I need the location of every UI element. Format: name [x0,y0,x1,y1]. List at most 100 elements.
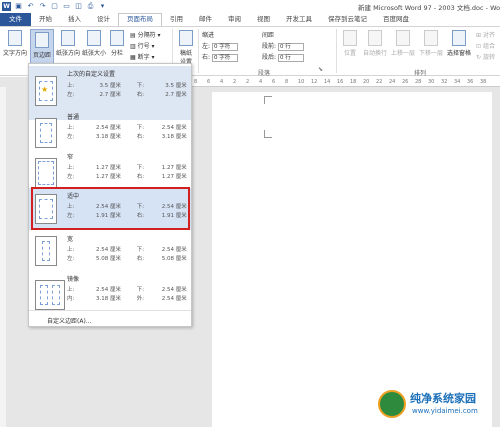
site-watermark: 纯净系统家园 www.yidaimei.com [378,388,498,424]
tab-view[interactable]: 视图 [249,13,278,26]
indent-right-label: 右: [202,54,211,61]
selection-pane-button[interactable]: 选择窗格 [446,30,472,57]
ruler-tick-label: 10 [298,79,305,85]
wrap-text-button[interactable]: 自动换行 [362,30,388,57]
margin-row-top-bottom: 上: 2.54 厘米 下: 2.54 厘米 [67,287,187,293]
wrap-text-icon [368,30,382,46]
send-backward-icon [424,30,438,46]
ruler-tick-label: 16 [337,79,344,85]
horizontal-ruler[interactable]: 8 6 4 2 2 4 6 8 10 12 14 16 18 20 22 24 26 28 30 32 34 36 38 [188,77,500,87]
draft-paper-icon [179,30,193,46]
ribbon-separator [198,29,199,73]
custom-margins-item[interactable]: 自定义边距(A)... [47,316,92,325]
indent-left-row: 左: 0 字符 [202,41,238,51]
size-button[interactable]: 纸张大小 [82,30,106,57]
margins-button[interactable]: 页边距 [30,29,54,65]
indent-left-label: 左: [202,43,211,50]
line-numbers-button[interactable]: ▥ 行号 ▾ [130,41,155,50]
draft-paper-button[interactable]: 稿纸 设置 [176,30,196,66]
ruler-tick-label: 38 [480,79,487,85]
indent-heading: 缩进 [202,32,215,39]
tab-page-layout[interactable]: 页面布局 [118,13,162,26]
tab-home[interactable]: 开始 [31,13,60,26]
margin-preview-icon [35,118,57,148]
text-direction-button[interactable]: 文字方向 [2,30,28,57]
align-button[interactable]: ⊞ 对齐 [476,30,495,39]
ruler-tick-label: 8 [194,79,198,85]
space-after-input[interactable]: 0 行 [277,53,304,62]
spacing-heading: 间距 [262,32,275,39]
margin-preview-icon [35,280,65,310]
customize-icon[interactable]: ▾ [98,2,107,11]
space-after-row: 段后: 0 行 [262,52,304,62]
margins-icon [35,32,49,48]
save-icon[interactable]: ▣ [14,2,23,11]
selection-pane-icon [452,30,466,46]
margin-corner-mark [264,130,272,138]
indent-right-input[interactable]: 0 字符 [211,53,238,62]
text-direction-icon [8,30,22,46]
watermark-logo-icon [378,390,406,418]
position-button[interactable]: 位置 [340,30,360,57]
ruler-tick-label: 4 [220,79,224,85]
vertical-ruler[interactable] [0,87,6,427]
paragraph-group-label: 段落 [258,70,271,77]
tab-mailings[interactable]: 邮件 [191,13,220,26]
columns-icon [110,30,124,46]
tab-insert[interactable]: 插入 [60,13,89,26]
ruler-tick-label: 34 [454,79,461,85]
hyphenation-button[interactable]: ▦ 断字 ▾ [130,52,155,61]
ruler-tick-label: 32 [441,79,448,85]
preview-icon[interactable]: ◫ [74,2,83,11]
orientation-button[interactable]: 纸张方向 [56,30,80,57]
print-icon[interactable]: ⎙ [86,2,95,11]
new-icon[interactable]: ▢ [50,2,59,11]
orientation-icon [61,30,75,46]
indent-right-row: 右: 0 字符 [202,52,238,62]
space-before-row: 段前: 0 行 [262,41,304,51]
ruler-tick-label: 20 [363,79,370,85]
undo-icon[interactable]: ↶ [26,2,35,11]
ruler-tick-label: 36 [467,79,474,85]
tab-developer[interactable]: 开发工具 [278,13,320,26]
group-button[interactable]: ⊡ 组合 [476,41,495,50]
redo-icon[interactable]: ↷ [38,2,47,11]
space-before-input[interactable]: 0 行 [277,42,304,51]
ruler-tick-label: 30 [428,79,435,85]
arrange-group-label: 排列 [414,70,427,77]
document-page[interactable] [212,92,492,427]
star-icon: ★ [41,85,49,94]
tab-design[interactable]: 设计 [89,13,118,26]
margin-preview-icon: ★ [35,76,57,106]
paragraph-dialog-launcher-icon[interactable]: ⬊ [318,66,323,73]
tab-file[interactable]: 文件 [0,13,31,26]
open-icon[interactable]: ▭ [62,2,71,11]
ruler-tick-label: 26 [402,79,409,85]
space-before-label: 段前: [262,43,277,50]
ruler-tick-label: 6 [207,79,211,85]
quick-access-toolbar: W ▣ ↶ ↷ ▢ ▭ ◫ ⎙ ▾ [2,1,107,12]
tab-baidu-netdisk[interactable]: 百度网盘 [375,13,417,26]
ruler-tick-label: 12 [311,79,318,85]
document-title: 新建 Microsoft Word 97 - 2003 文档.doc - Wor… [358,4,500,12]
margin-row-left-right: 左: 1.27 厘米 右: 1.27 厘米 [67,174,187,180]
ribbon-separator [336,29,337,73]
margin-corner-mark [264,96,272,104]
breaks-button[interactable]: ▤ 分隔符 ▾ [130,30,161,39]
space-after-label: 段后: [262,54,277,61]
bring-forward-button[interactable]: 上移一层 [390,30,416,57]
send-backward-button[interactable]: 下移一层 [418,30,444,57]
rotate-button[interactable]: ↻ 旋转 [476,52,495,61]
margin-row-top-bottom: 上: 3.5 厘米 下: 3.5 厘米 [67,83,187,89]
title-bar: W ▣ ↶ ↷ ▢ ▭ ◫ ⎙ ▾ 新建 Microsoft Word 97 -… [0,0,500,13]
ruler-tick-label: 8 [285,79,289,85]
tab-cloud-notes[interactable]: 保存到云笔记 [320,13,375,26]
columns-button[interactable]: 分栏 [108,30,126,57]
tab-references[interactable]: 引用 [162,13,191,26]
highlight-box [31,187,190,230]
indent-left-input[interactable]: 0 字符 [211,42,238,51]
tab-review[interactable]: 审阅 [220,13,249,26]
margin-row-left-right: 左: 3.18 厘米 右: 3.18 厘米 [67,134,187,140]
menu-divider [29,310,191,311]
word-logo-icon: W [2,2,11,11]
